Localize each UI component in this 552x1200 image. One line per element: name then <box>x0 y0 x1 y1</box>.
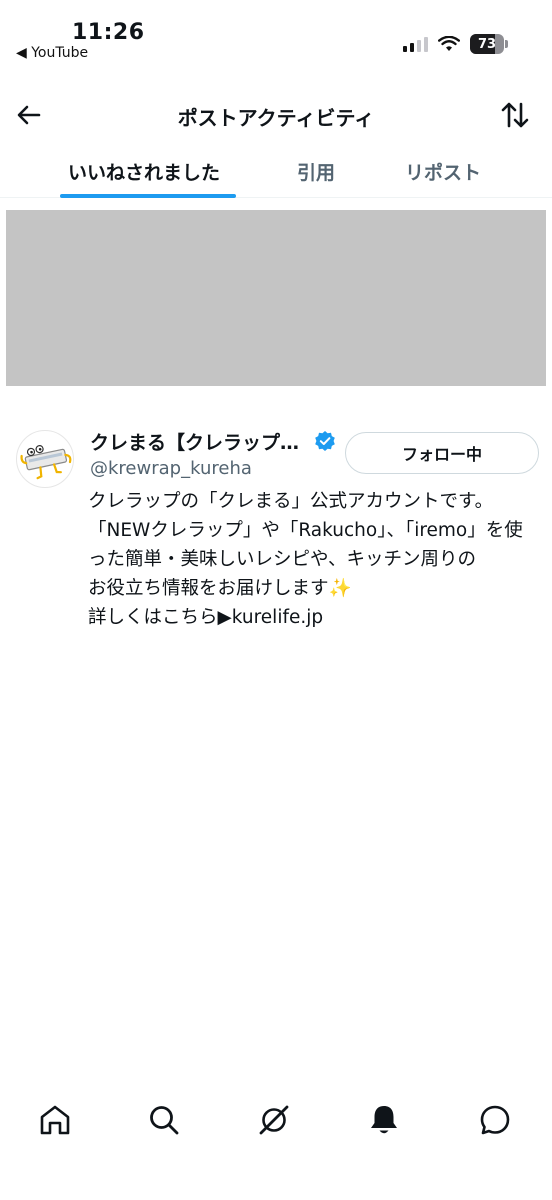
battery-icon: 73 <box>470 34 508 54</box>
tab-quotes[interactable]: 引用 <box>297 158 335 185</box>
bio-line: った簡単・美味しいレシピや、キッチン周りの <box>88 549 476 570</box>
sort-arrows-icon[interactable] <box>500 100 530 130</box>
messages-icon[interactable] <box>477 1102 513 1138</box>
battery-percentage: 73 <box>477 36 497 52</box>
bio-line: クレラップの「クレまる」公式アカウントです。 <box>88 491 494 512</box>
verified-badge-icon <box>315 431 335 451</box>
user-bio: クレラップの「クレまる」公式アカウントです。 「NEWクレラップ」や「Rakuc… <box>88 487 538 632</box>
activity-tabs: いいねされました 引用 リポスト <box>0 150 552 198</box>
following-button[interactable]: フォロー中 <box>345 432 539 474</box>
post-activity-screen: 11:26 ◀ YouTube 73 ポストアクティビティ いいねされました 引… <box>0 0 552 1200</box>
search-icon[interactable] <box>146 1102 182 1138</box>
cellular-signal-icon <box>403 36 428 52</box>
sparkles-emoji: ✨ <box>328 578 352 599</box>
page-title: ポストアクティビティ <box>177 106 375 130</box>
user-handle[interactable]: @krewrap_kureha <box>90 458 252 479</box>
status-time: 11:26 <box>72 20 145 45</box>
bio-line: お役立ち情報をお届けします✨ <box>88 574 538 603</box>
home-icon[interactable] <box>37 1102 73 1138</box>
bottom-navigation <box>0 1092 552 1148</box>
back-to-app-link[interactable]: ◀ YouTube <box>16 45 88 61</box>
bio-line[interactable]: 詳しくはこちら▶kurelife.jp <box>88 603 538 632</box>
user-display-name[interactable]: クレまる【クレラップ… <box>90 428 315 455</box>
hidden-content-placeholder <box>6 210 546 386</box>
grok-icon[interactable] <box>256 1102 292 1138</box>
active-tab-indicator <box>60 194 236 198</box>
mascot-avatar-image <box>20 444 72 480</box>
wifi-icon <box>438 36 460 51</box>
notifications-icon[interactable] <box>366 1102 402 1138</box>
bio-line: 「NEWクレラップ」や「Rakucho」、「iremo」を使 <box>88 520 523 541</box>
tab-reposts[interactable]: リポスト <box>405 158 481 185</box>
status-indicators: 73 <box>403 34 508 54</box>
tab-likes[interactable]: いいねされました <box>68 158 220 185</box>
bio-line-text: お役立ち情報をお届けします <box>88 578 329 599</box>
avatar[interactable] <box>16 430 74 488</box>
